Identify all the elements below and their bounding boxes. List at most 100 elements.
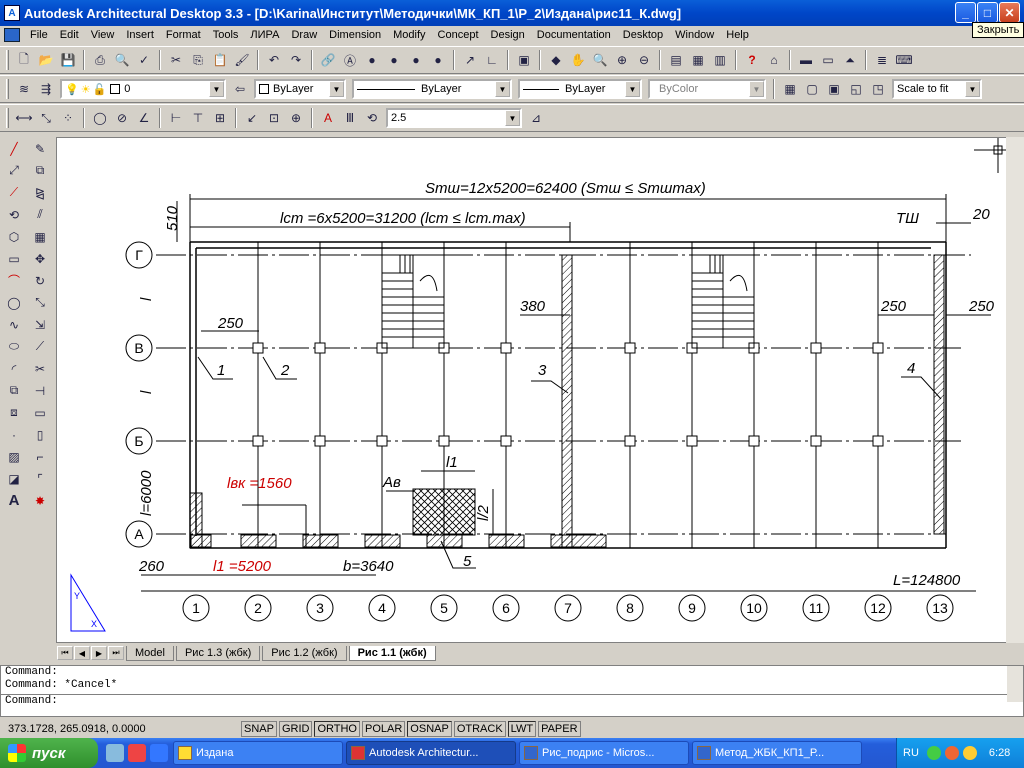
start-button[interactable]: пуск xyxy=(0,738,98,768)
tray-icon-3[interactable] xyxy=(962,746,977,760)
last-tab-icon[interactable]: ⏭ xyxy=(108,646,124,660)
zoom-realtime-icon[interactable]: 🔍 xyxy=(590,50,610,70)
menu-format[interactable]: Format xyxy=(160,29,207,41)
menu-tools[interactable]: Tools xyxy=(207,29,245,41)
ordinate-dim-icon[interactable]: ⁘ xyxy=(58,108,78,128)
door-icon[interactable]: ▭ xyxy=(818,50,838,70)
save-icon[interactable]: 💾 xyxy=(58,50,78,70)
word-quicklaunch-icon[interactable] xyxy=(106,744,124,762)
task-autocad[interactable]: Autodesk Architectur... xyxy=(346,741,516,765)
roof-icon[interactable]: ⏶ xyxy=(840,50,860,70)
design-center-icon[interactable]: ▦ xyxy=(688,50,708,70)
document-icon[interactable] xyxy=(4,28,20,42)
app-icon[interactable]: A xyxy=(4,5,20,21)
command-window[interactable]: Command: Command: *Cancel* Command: xyxy=(0,665,1024,717)
viewport3-icon[interactable]: ▣ xyxy=(824,79,844,99)
arch-icon[interactable]: ⌂ xyxy=(764,50,784,70)
menu-documentation[interactable]: Documentation xyxy=(531,29,617,41)
chevron-down-icon[interactable]: ▼ xyxy=(965,81,980,97)
linear-dim-icon[interactable]: ⟷ xyxy=(14,108,34,128)
diameter-dim-icon[interactable]: ⊘ xyxy=(112,108,132,128)
viewport2-icon[interactable]: ▢ xyxy=(802,79,822,99)
mtext-icon[interactable]: A xyxy=(4,490,24,511)
menu-file[interactable]: File xyxy=(24,29,54,41)
chevron-down-icon[interactable]: ▼ xyxy=(329,81,344,97)
menu-help[interactable]: Help xyxy=(720,29,755,41)
tab-fig-1-3[interactable]: Рис 1.3 (жбк) xyxy=(175,645,261,661)
polygon-icon[interactable]: ⬡ xyxy=(4,226,24,247)
print-icon[interactable]: ⎙ xyxy=(90,50,110,70)
insert-block-icon[interactable]: ⧉ xyxy=(4,380,24,401)
lineweight-select[interactable]: ByLayer ▼ xyxy=(518,79,642,99)
menu-window[interactable]: Window xyxy=(669,29,720,41)
break-icon[interactable]: ▯ xyxy=(30,424,50,445)
toolbar-grip[interactable] xyxy=(6,50,9,70)
explode-icon[interactable]: ✸ xyxy=(30,490,50,511)
linetype-select[interactable]: ByLayer ▼ xyxy=(352,79,512,99)
menu-insert[interactable]: Insert xyxy=(120,29,160,41)
chevron-down-icon[interactable]: ▼ xyxy=(505,110,520,126)
break-point-icon[interactable]: ▭ xyxy=(30,402,50,423)
rectangle-icon[interactable]: ▭ xyxy=(4,248,24,269)
scale-icon[interactable]: ⤡ xyxy=(30,292,50,313)
make-layer-current-icon[interactable]: ⇶ xyxy=(36,79,56,99)
toolbar-grip[interactable] xyxy=(6,108,9,128)
radius-dim-icon[interactable]: ◯ xyxy=(90,108,110,128)
paper-toggle[interactable]: PAPER xyxy=(538,721,581,737)
zoom-window-icon[interactable]: ⊕ xyxy=(612,50,632,70)
viewport4-icon[interactable]: ◱ xyxy=(846,79,866,99)
ortho-toggle[interactable]: ORTHO xyxy=(314,721,360,737)
help-icon[interactable]: ? xyxy=(742,50,762,70)
layer-manager-icon[interactable]: ≋ xyxy=(14,79,34,99)
chevron-down-icon[interactable]: ▼ xyxy=(625,81,640,97)
spell-icon[interactable]: ✓ xyxy=(134,50,154,70)
ucs-icon[interactable]: ↗ xyxy=(460,50,480,70)
copy-object-icon[interactable]: ⧉ xyxy=(30,160,50,181)
line-icon[interactable]: ╱ xyxy=(4,138,24,159)
angular-dim-icon[interactable]: ∠ xyxy=(134,108,154,128)
lengthen-icon[interactable]: ⟋ xyxy=(30,336,50,357)
maximize-button[interactable]: □ xyxy=(977,2,998,23)
menu-draw[interactable]: Draw xyxy=(285,29,323,41)
task-word1[interactable]: Рис_подрис - Micros... xyxy=(519,741,689,765)
new-icon[interactable]: 🗋 xyxy=(14,50,34,70)
next-tab-icon[interactable]: ▶ xyxy=(91,646,107,660)
quick-dim-icon[interactable]: ⊢ xyxy=(166,108,186,128)
vertical-scrollbar[interactable] xyxy=(1006,137,1024,643)
menu-lira[interactable]: ЛИРА xyxy=(244,29,285,41)
paste-icon[interactable]: 📋 xyxy=(210,50,230,70)
aligned-dim-icon[interactable]: ⤡ xyxy=(36,108,56,128)
command-scrollbar[interactable] xyxy=(1007,666,1023,702)
task-folder[interactable]: Издана xyxy=(173,741,343,765)
scale-select[interactable]: Scale to fit ▼ xyxy=(892,79,982,99)
opera-quicklaunch-icon[interactable] xyxy=(128,744,146,762)
print-preview-icon[interactable]: 🔍 xyxy=(112,50,132,70)
leader-icon[interactable]: ↙ xyxy=(242,108,262,128)
dim-update-icon[interactable]: ⟲ xyxy=(362,108,382,128)
point-icon[interactable]: · xyxy=(4,424,24,445)
ucs2-icon[interactable]: ∟ xyxy=(482,50,502,70)
menu-desktop[interactable]: Desktop xyxy=(617,29,669,41)
cut-icon[interactable]: ✂ xyxy=(166,50,186,70)
chevron-down-icon[interactable]: ▼ xyxy=(209,81,224,97)
arc-icon[interactable]: ⌒ xyxy=(4,270,24,291)
move-icon[interactable]: ✥ xyxy=(30,248,50,269)
chevron-down-icon[interactable]: ▼ xyxy=(495,81,510,97)
drawing-area[interactable]: Г В Б А 1 2 3 4 5 6 7 8 9 10 11 12 13 Sт… xyxy=(56,137,1024,643)
menu-design[interactable]: Design xyxy=(485,29,531,41)
continue-dim-icon[interactable]: ⊞ xyxy=(210,108,230,128)
fillet-icon[interactable]: ⌜ xyxy=(30,468,50,489)
a-icon[interactable]: Ⓐ xyxy=(340,50,360,70)
notes-icon[interactable]: ≣ xyxy=(872,50,892,70)
make-block-icon[interactable]: ⧈ xyxy=(4,402,24,423)
abc-icon[interactable]: ⌨ xyxy=(894,50,914,70)
minimize-button[interactable]: _ xyxy=(955,2,976,23)
toolbar-grip[interactable] xyxy=(6,79,9,99)
prev-tab-icon[interactable]: ◀ xyxy=(74,646,90,660)
baseline-dim-icon[interactable]: ⊤ xyxy=(188,108,208,128)
properties-icon[interactable]: ▤ xyxy=(666,50,686,70)
dim-text-edit-icon[interactable]: Ⅲ xyxy=(340,108,360,128)
language-indicator[interactable]: RU xyxy=(903,747,919,759)
ellipse-icon[interactable]: ⬭ xyxy=(4,336,24,357)
tab-fig-1-2[interactable]: Рис 1.2 (жбк) xyxy=(262,645,347,661)
